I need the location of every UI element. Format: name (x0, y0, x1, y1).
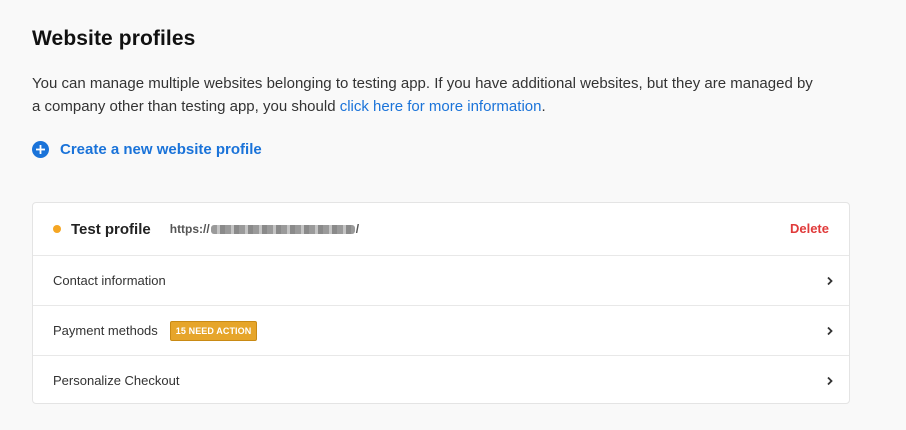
profile-card: Test profile https:// / Delete Contact i… (32, 202, 850, 404)
delete-button[interactable]: Delete (790, 221, 829, 236)
chevron-right-icon (827, 376, 833, 385)
row-label: Payment methods (53, 323, 158, 338)
row-contact-information[interactable]: Contact information (33, 256, 849, 306)
chevron-right-icon (827, 276, 833, 285)
create-profile-label: Create a new website profile (60, 141, 262, 158)
more-info-link[interactable]: click here for more information (340, 98, 542, 115)
website-profiles-page: Website profiles You can manage multiple… (0, 0, 906, 430)
row-label: Personalize Checkout (53, 373, 180, 388)
page-title: Website profiles (32, 27, 196, 50)
redacted-url (210, 224, 355, 234)
chevron-right-icon (827, 326, 833, 335)
need-action-badge: 15 NEED ACTION (169, 320, 258, 341)
plus-circle-icon (32, 141, 49, 158)
row-payment-methods[interactable]: Payment methods 15 NEED ACTION (33, 306, 849, 356)
profile-header: Test profile https:// / Delete (33, 203, 849, 256)
intro-text: You can manage multiple websites belongi… (32, 72, 822, 118)
url-prefix: https:// (169, 222, 210, 236)
intro-end: . (541, 98, 546, 115)
profile-url: https:// / (170, 222, 359, 236)
row-label: Contact information (53, 273, 166, 288)
row-personalize-checkout[interactable]: Personalize Checkout (33, 356, 849, 405)
create-profile-button[interactable]: Create a new website profile (32, 141, 262, 158)
profile-name: Test profile (71, 220, 151, 238)
url-suffix: / (355, 222, 360, 236)
status-dot-icon (53, 225, 61, 233)
